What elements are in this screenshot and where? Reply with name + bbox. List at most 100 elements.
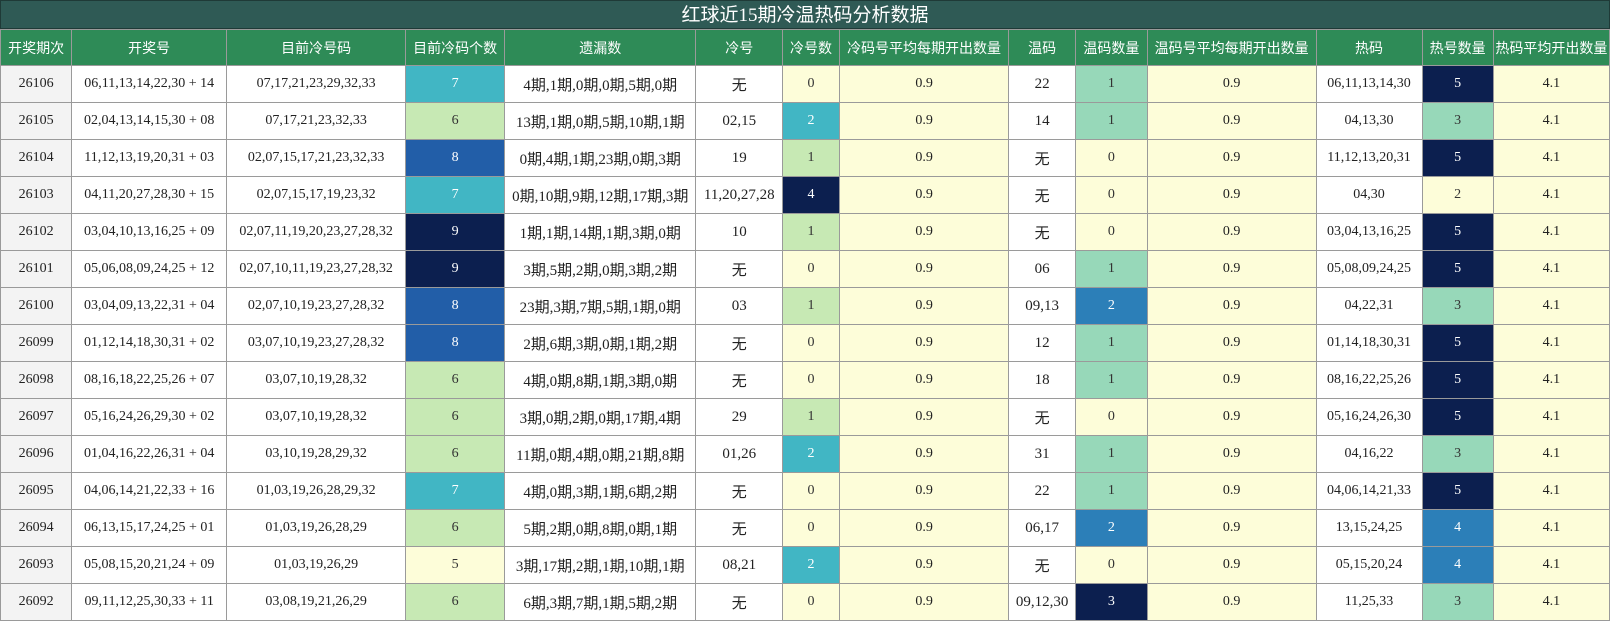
cold-count-cell: 7 <box>405 176 506 214</box>
header-hot-num[interactable]: 热号数量 <box>1421 29 1494 66</box>
hot-cell: 11,12,13,20,31 <box>1315 139 1423 177</box>
warm-avg-cell: 0.9 <box>1146 176 1317 214</box>
period-cell: 26099 <box>0 324 73 362</box>
cold-count-cell: 9 <box>405 213 506 251</box>
header-warm-avg[interactable]: 温码号平均每期开出数量 <box>1146 29 1317 66</box>
cold-codes-cell: 02,07,15,17,19,23,32 <box>226 176 407 214</box>
miss-cell: 6期,3期,7期,1期,5期,2期 <box>504 583 697 621</box>
draw-cell: 01,04,16,22,26,31 + 04 <box>71 435 228 473</box>
table-row[interactable]: 26099 01,12,14,18,30,31 + 02 03,07,10,19,2… <box>0 324 1610 362</box>
warm-cell: 无 <box>1008 176 1077 214</box>
warm-cell: 无 <box>1008 213 1077 251</box>
warm-cell: 22 <box>1008 472 1077 510</box>
cold-count-cell: 6 <box>405 398 506 436</box>
table-row[interactable]: 26103 04,11,20,27,28,30 + 15 02,07,15,17,1… <box>0 176 1610 214</box>
period-cell: 26103 <box>0 176 73 214</box>
table-row[interactable]: 26105 02,04,13,14,15,30 + 08 07,17,21,23,3… <box>0 102 1610 140</box>
table-row[interactable]: 26095 04,06,14,21,22,33 + 16 01,03,19,26,2… <box>0 472 1610 510</box>
header-cold[interactable]: 冷号 <box>695 29 784 66</box>
hot-cell: 05,08,09,24,25 <box>1315 250 1423 288</box>
miss-cell: 3期,0期,2期,0期,17期,4期 <box>504 398 697 436</box>
miss-cell: 11期,0期,4期,0期,21期,8期 <box>504 435 697 473</box>
warm-avg-cell: 0.9 <box>1146 213 1317 251</box>
warm-num-cell: 1 <box>1075 250 1148 288</box>
hot-num-cell: 5 <box>1421 139 1494 177</box>
cold-cell: 无 <box>695 250 784 288</box>
header-miss[interactable]: 遗漏数 <box>504 29 697 66</box>
table-row[interactable]: 26092 09,11,12,25,30,33 + 11 03,08,19,21,2… <box>0 583 1610 621</box>
table-row[interactable]: 26104 11,12,13,19,20,31 + 03 02,07,15,17,2… <box>0 139 1610 177</box>
draw-cell: 06,13,15,17,24,25 + 01 <box>71 509 228 547</box>
cold-cell: 无 <box>695 583 784 621</box>
header-hot[interactable]: 热码 <box>1315 29 1423 66</box>
header-warm-num[interactable]: 温码数量 <box>1075 29 1148 66</box>
table-row[interactable]: 26100 03,04,09,13,22,31 + 04 02,07,10,19,2… <box>0 287 1610 325</box>
warm-avg-cell: 0.9 <box>1146 324 1317 362</box>
miss-cell: 5期,2期,0期,8期,0期,1期 <box>504 509 697 547</box>
cold-count-cell: 6 <box>405 583 506 621</box>
header-cold-count[interactable]: 目前冷码个数 <box>405 29 506 66</box>
hot-avg-cell: 4.1 <box>1492 139 1610 177</box>
cold-num-cell: 2 <box>782 546 841 584</box>
draw-cell: 05,16,24,26,29,30 + 02 <box>71 398 228 436</box>
cold-codes-cell: 01,03,19,26,28,29,32 <box>226 472 407 510</box>
header-cold-codes[interactable]: 目前冷号码 <box>226 29 407 66</box>
warm-cell: 无 <box>1008 139 1077 177</box>
warm-cell: 无 <box>1008 546 1077 584</box>
hot-num-cell: 4 <box>1421 509 1494 547</box>
warm-cell: 22 <box>1008 65 1077 103</box>
draw-cell: 09,11,12,25,30,33 + 11 <box>71 583 228 621</box>
hot-num-cell: 2 <box>1421 176 1494 214</box>
header-period[interactable]: 开奖期次 <box>0 29 73 66</box>
table-row[interactable]: 26106 06,11,13,14,22,30 + 14 07,17,21,23,2… <box>0 65 1610 103</box>
header-warm[interactable]: 温码 <box>1008 29 1077 66</box>
cold-count-cell: 8 <box>405 324 506 362</box>
cold-count-cell: 6 <box>405 509 506 547</box>
warm-avg-cell: 0.9 <box>1146 287 1317 325</box>
miss-cell: 3期,17期,2期,1期,10期,1期 <box>504 546 697 584</box>
cold-avg-cell: 0.9 <box>839 250 1010 288</box>
cold-cell: 02,15 <box>695 102 784 140</box>
miss-cell: 0期,10期,9期,12期,17期,3期 <box>504 176 697 214</box>
cold-avg-cell: 0.9 <box>839 472 1010 510</box>
warm-num-cell: 1 <box>1075 65 1148 103</box>
miss-cell: 3期,5期,2期,0期,3期,2期 <box>504 250 697 288</box>
warm-num-cell: 1 <box>1075 472 1148 510</box>
warm-cell: 31 <box>1008 435 1077 473</box>
hot-num-cell: 5 <box>1421 398 1494 436</box>
draw-cell: 01,12,14,18,30,31 + 02 <box>71 324 228 362</box>
warm-cell: 14 <box>1008 102 1077 140</box>
hot-avg-cell: 4.1 <box>1492 65 1610 103</box>
table-row[interactable]: 26098 08,16,18,22,25,26 + 07 03,07,10,19,2… <box>0 361 1610 399</box>
hot-num-cell: 5 <box>1421 250 1494 288</box>
warm-num-cell: 2 <box>1075 509 1148 547</box>
header-cold-num[interactable]: 冷号数 <box>782 29 841 66</box>
warm-avg-cell: 0.9 <box>1146 250 1317 288</box>
hot-cell: 04,16,22 <box>1315 435 1423 473</box>
table-row[interactable]: 26102 03,04,10,13,16,25 + 09 02,07,11,19,2… <box>0 213 1610 251</box>
cold-codes-cell: 03,07,10,19,23,27,28,32 <box>226 324 407 362</box>
table-row[interactable]: 26094 06,13,15,17,24,25 + 01 01,03,19,26,2… <box>0 509 1610 547</box>
cold-cell: 19 <box>695 139 784 177</box>
hot-avg-cell: 4.1 <box>1492 250 1610 288</box>
period-cell: 26094 <box>0 509 73 547</box>
draw-cell: 05,08,15,20,21,24 + 09 <box>71 546 228 584</box>
cold-num-cell: 0 <box>782 361 841 399</box>
cold-avg-cell: 0.9 <box>839 435 1010 473</box>
table-row[interactable]: 26096 01,04,16,22,26,31 + 04 03,10,19,28,2… <box>0 435 1610 473</box>
draw-cell: 04,11,20,27,28,30 + 15 <box>71 176 228 214</box>
table-row[interactable]: 26101 05,06,08,09,24,25 + 12 02,07,10,11,1… <box>0 250 1610 288</box>
warm-avg-cell: 0.9 <box>1146 546 1317 584</box>
cold-avg-cell: 0.9 <box>839 139 1010 177</box>
table-row[interactable]: 26093 05,08,15,20,21,24 + 09 01,03,19,26,2… <box>0 546 1610 584</box>
table-row[interactable]: 26097 05,16,24,26,29,30 + 02 03,07,10,19,2… <box>0 398 1610 436</box>
cold-cell: 10 <box>695 213 784 251</box>
hot-num-cell: 5 <box>1421 324 1494 362</box>
hot-cell: 04,30 <box>1315 176 1423 214</box>
period-cell: 26106 <box>0 65 73 103</box>
hot-avg-cell: 4.1 <box>1492 324 1610 362</box>
cold-num-cell: 1 <box>782 139 841 177</box>
header-draw[interactable]: 开奖号 <box>71 29 228 66</box>
header-hot-avg[interactable]: 热码平均开出数量 <box>1492 29 1610 66</box>
header-cold-avg[interactable]: 冷码号平均每期开出数量 <box>839 29 1010 66</box>
